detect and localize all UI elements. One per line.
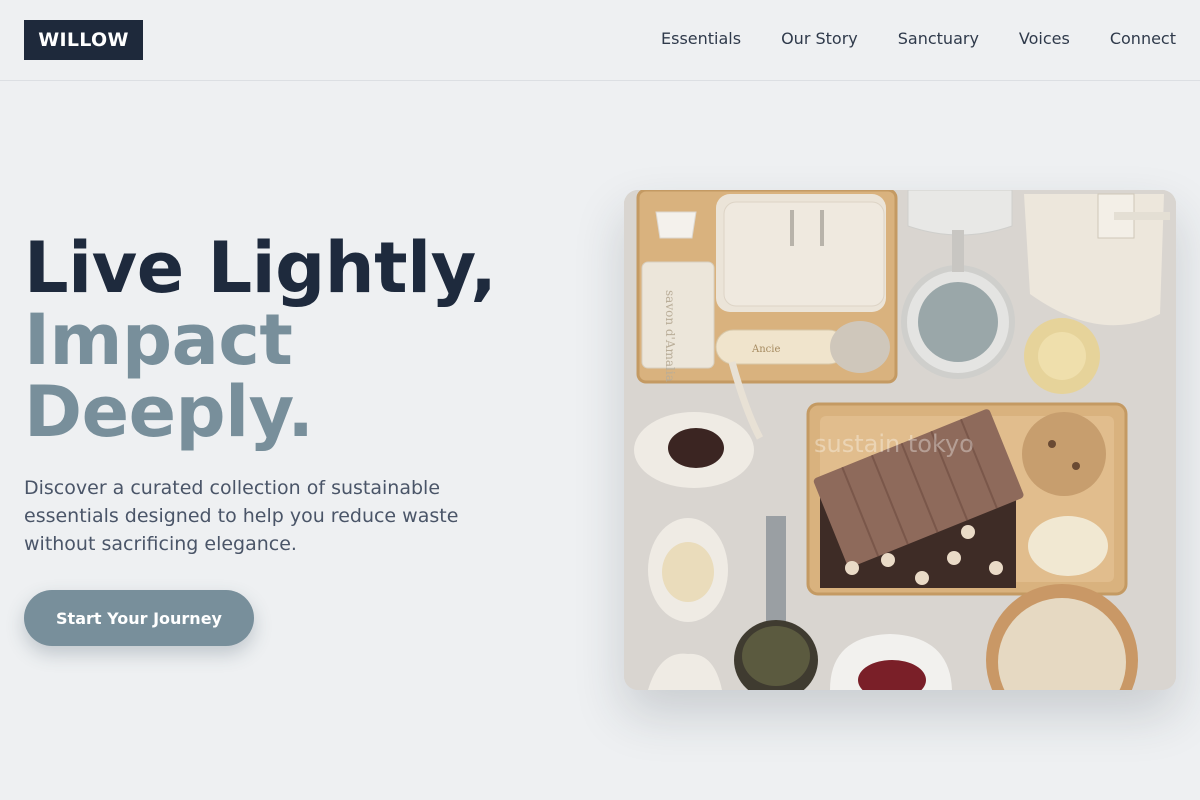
site-header: WILLOW Essentials Our Story Sanctuary Vo… [0, 0, 1200, 81]
zero-waste-flatlay-illustration: savon d'Amalia Ancie sustain tokyo [624, 190, 1176, 690]
nav-link-voices[interactable]: Voices [1019, 28, 1070, 50]
nav-link-connect[interactable]: Connect [1110, 28, 1176, 50]
nav-link-sanctuary[interactable]: Sanctuary [898, 28, 979, 50]
hero-title-line-2: Impact [24, 299, 293, 381]
hero-title: Live Lightly, Impact Deeply. [24, 227, 497, 453]
start-journey-button[interactable]: Start Your Journey [24, 590, 254, 646]
soap-stamp-text: savon d'Amalia [663, 290, 677, 382]
hero-title-line-1: Live Lightly, [24, 227, 497, 309]
main-nav: Essentials Our Story Sanctuary Voices Co… [661, 28, 1176, 50]
hero-title-line-3: Deeply. [24, 371, 314, 453]
image-watermark: sustain tokyo [814, 430, 974, 458]
nav-link-our-story[interactable]: Our Story [781, 28, 858, 50]
nav-link-essentials[interactable]: Essentials [661, 28, 741, 50]
brush-stamp-text: Ancie [751, 344, 780, 355]
hero-image: savon d'Amalia Ancie sustain tokyo [624, 190, 1176, 690]
logo[interactable]: WILLOW [24, 20, 143, 60]
hero-subtitle: Discover a curated collection of sustain… [24, 477, 459, 555]
